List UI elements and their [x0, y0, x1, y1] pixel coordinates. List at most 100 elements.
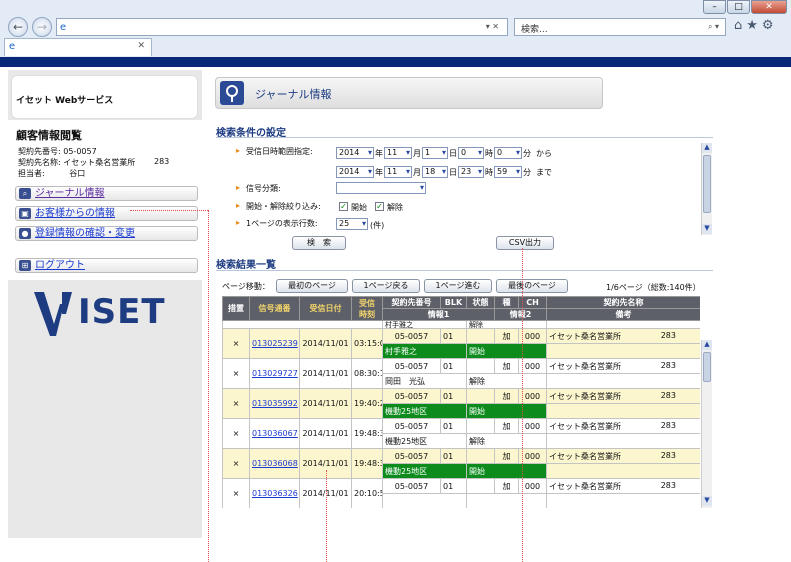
perpage-select[interactable]: 25	[336, 218, 368, 230]
annotation-line	[130, 210, 208, 211]
from-min-select[interactable]: 0	[494, 147, 522, 159]
browser-tab[interactable]: e ✕	[4, 38, 152, 56]
col-signo[interactable]: 信号通番	[249, 296, 300, 321]
table-row: ×0130359922014/11/0119:40:2805-005701加00…	[222, 388, 700, 419]
menu-journal[interactable]: ⌕ ジャーナル情報	[15, 186, 198, 201]
search-icon[interactable]: ⌕ ▾	[708, 22, 719, 32]
close-icon[interactable]: ✕	[751, 0, 787, 14]
row-note	[546, 493, 700, 508]
row-info1: 機動25地区	[382, 403, 467, 419]
scroll-down-icon[interactable]: ▼	[702, 496, 712, 506]
home-icon[interactable]: ⌂	[734, 18, 746, 33]
scroll-down-icon[interactable]: ▼	[702, 224, 712, 234]
menu-customer-info[interactable]: ▣ お客様からの情報	[15, 206, 198, 221]
from-day-select[interactable]: 1	[422, 147, 448, 159]
to-row: 2014 年 11 月 18 日 23 時 59 分 まで	[336, 166, 556, 180]
scroll-up-icon[interactable]: ▲	[702, 340, 712, 350]
annotation-line	[326, 470, 327, 562]
maximize-icon[interactable]: □	[727, 0, 750, 14]
col-info1: 情報1	[382, 308, 495, 321]
row-info1: 岡田 光弘	[382, 373, 467, 389]
to-min-select[interactable]: 59	[494, 166, 522, 178]
minimize-icon[interactable]: –	[703, 0, 726, 14]
row-time: 19:48:32	[351, 448, 383, 479]
row-delete-mark[interactable]: ×	[222, 358, 250, 389]
from-month-select[interactable]: 11	[384, 147, 412, 159]
to-month-select[interactable]: 11	[384, 166, 412, 178]
row-delete-mark[interactable]: ×	[222, 418, 250, 449]
open-checkbox[interactable]: ✓	[339, 202, 348, 211]
logout-label: ログアウト	[35, 260, 85, 271]
scroll-up-icon[interactable]: ▲	[702, 143, 712, 153]
row-blk: 01	[440, 448, 467, 464]
row-status	[466, 328, 495, 344]
from-hour-select[interactable]: 0	[458, 147, 484, 159]
tab-close-icon[interactable]: ✕	[137, 41, 145, 51]
col-del: 措置	[222, 296, 250, 321]
row-delete-mark[interactable]: ×	[222, 328, 250, 359]
first-page-button[interactable]: 最初のページ	[276, 279, 348, 293]
row-time: 20:10:58	[351, 478, 383, 508]
signal-select[interactable]	[336, 182, 426, 194]
logout-link[interactable]: ⊞ ログアウト	[15, 258, 198, 273]
row-kind: 加	[494, 388, 519, 404]
to-day-select[interactable]: 18	[422, 166, 448, 178]
row-signal-link[interactable]: 013036326	[249, 478, 300, 508]
annotation-line	[522, 248, 523, 562]
prev-page-button[interactable]: 1ページ戻る	[352, 279, 420, 293]
results-scrollbar[interactable]: ▲ ▼	[701, 340, 712, 508]
menu-journal-label: ジャーナル情報	[35, 188, 105, 199]
row-signal-link[interactable]: 013036068	[249, 448, 300, 479]
scroll-thumb[interactable]	[703, 352, 711, 382]
row-contract: 05-0057	[382, 448, 441, 464]
forward-icon[interactable]: →	[32, 17, 52, 37]
row-signal-link[interactable]: 013029727	[249, 358, 300, 389]
row-delete-mark[interactable]: ×	[222, 388, 250, 419]
address-dropdown-icon[interactable]: ▾ ✕	[486, 22, 499, 31]
contract-name-label: 契約先名称:	[18, 158, 61, 167]
fragment-info2: 解除	[466, 320, 547, 329]
row-kind: 加	[494, 418, 519, 434]
back-icon[interactable]: ←	[8, 17, 28, 37]
row-signal-link[interactable]: 013025239	[249, 328, 300, 359]
last-page-button[interactable]: 最後のページ	[496, 279, 568, 293]
close-checkbox[interactable]: ✓	[375, 202, 384, 211]
search-scrollbar[interactable]: ▲ ▼	[701, 143, 712, 235]
menu-registration[interactable]: ● 登録情報の確認・変更	[15, 226, 198, 241]
scroll-thumb[interactable]	[703, 155, 711, 213]
window-controls: – □ ✕	[703, 0, 787, 15]
menu-customer-info-label: お客様からの情報	[35, 208, 115, 219]
unit-min: 分	[523, 168, 531, 177]
row-signal-link[interactable]: 013036067	[249, 418, 300, 449]
csv-button[interactable]: CSV出力	[496, 236, 554, 250]
table-row: ×0130360672014/11/0119:48:3205-005701加00…	[222, 418, 700, 449]
star-icon[interactable]: ★	[746, 18, 762, 33]
results-table: 措置 信号通番 受信日付 受信 時刻 契約先番号 BLK 状態 種 CH 契約先名…	[222, 296, 700, 508]
unit-min: 分	[523, 149, 531, 158]
col-contract: 契約先番号	[382, 296, 441, 309]
to-year-select[interactable]: 2014	[336, 166, 374, 178]
iset-logo: ISET	[78, 292, 166, 332]
gear-icon[interactable]: ⚙	[762, 18, 778, 33]
row-time: 03:15:01	[351, 328, 383, 359]
next-page-button[interactable]: 1ページ進む	[424, 279, 492, 293]
row-contract: 05-0057	[382, 388, 441, 404]
browser-tool-icons: ⌂★⚙	[734, 18, 778, 33]
row-info2	[466, 493, 547, 508]
row-delete-mark[interactable]: ×	[222, 478, 250, 508]
row-signal-link[interactable]: 013035992	[249, 388, 300, 419]
row-info1: 機動25地区	[382, 463, 467, 479]
search-button[interactable]: 検 索	[292, 236, 346, 250]
col-time[interactable]: 受信 時刻	[351, 296, 383, 321]
to-hour-select[interactable]: 23	[458, 166, 484, 178]
row-date: 2014/11/01	[299, 358, 352, 389]
search-input[interactable]: 検索... ⌕ ▾	[514, 18, 726, 36]
row-delete-mark[interactable]: ×	[222, 448, 250, 479]
address-bar[interactable]: e ▾ ✕	[56, 18, 508, 36]
row-info1: 機動25地区	[382, 433, 467, 449]
perpage-unit: (件)	[370, 221, 385, 230]
row-note	[546, 403, 700, 419]
close-checkbox-label: 解除	[387, 203, 403, 212]
col-date[interactable]: 受信日付	[299, 296, 352, 321]
from-year-select[interactable]: 2014	[336, 147, 374, 159]
